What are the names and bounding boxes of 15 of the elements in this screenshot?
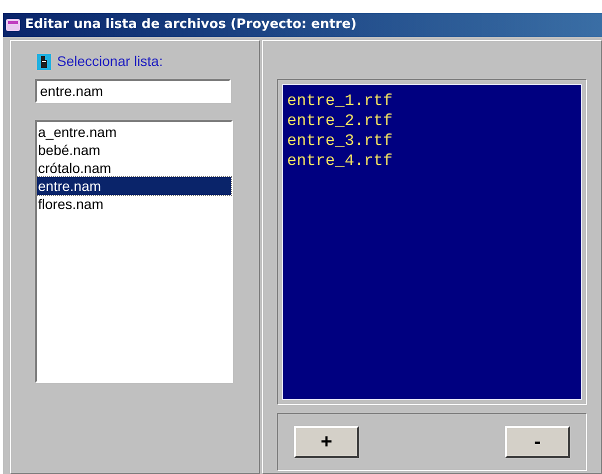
window-title: Editar una lista de archivos (Proyecto: entre) — [25, 16, 357, 34]
list-item[interactable]: flores.nam — [37, 195, 231, 213]
app-icon — [5, 17, 21, 33]
list-item[interactable]: bebé.nam — [37, 141, 231, 159]
list-item[interactable]: a_entre.nam — [37, 123, 231, 141]
add-button[interactable]: + — [294, 426, 359, 458]
list-item[interactable]: entre.nam — [37, 177, 231, 195]
file-entry[interactable]: entre_4.rtf — [287, 151, 581, 171]
list-item[interactable]: crótalo.nam — [37, 159, 231, 177]
file-entry[interactable]: entre_2.rtf — [287, 111, 581, 131]
remove-button[interactable]: - — [505, 426, 570, 458]
file-entry[interactable]: entre_3.rtf — [287, 131, 581, 151]
list-name-field[interactable]: entre.nam — [35, 79, 231, 103]
file-entry[interactable]: entre_1.rtf — [287, 91, 581, 111]
select-list-label: Seleccionar lista: — [57, 52, 163, 71]
